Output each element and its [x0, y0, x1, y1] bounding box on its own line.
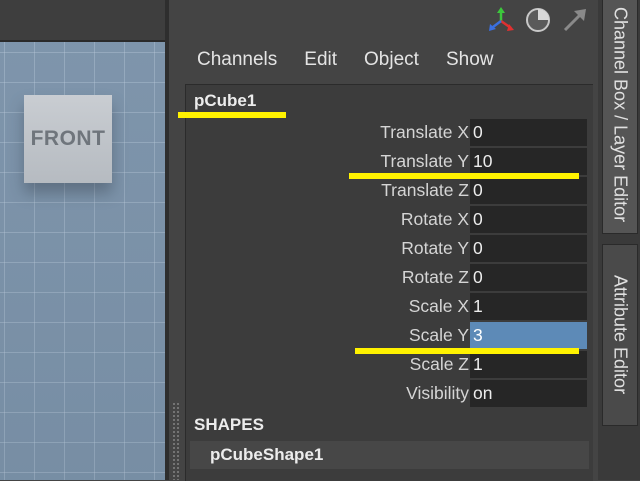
channel-value[interactable]: 0 [470, 206, 587, 233]
tab-attribute-editor[interactable]: Attribute Editor [602, 244, 638, 426]
channel-value[interactable]: 0 [470, 235, 587, 262]
tab-attribute-editor-label: Attribute Editor [610, 275, 631, 395]
channel-row-scale-x[interactable]: Scale X 1 [186, 292, 593, 321]
channel-row-translate-x[interactable]: Translate X 0 [186, 118, 593, 147]
pie-circle-icon[interactable] [524, 6, 552, 34]
node-name[interactable]: pCube1 [194, 91, 256, 111]
tab-channel-box[interactable]: Channel Box / Layer Editor [602, 0, 638, 234]
axis-gizmo-icon[interactable] [487, 6, 515, 34]
channel-label[interactable]: Rotate Z [402, 267, 469, 288]
channel-value[interactable]: on [470, 380, 587, 407]
menu-edit[interactable]: Edit [304, 49, 337, 71]
viewcube-label: FRONT [30, 127, 106, 150]
arrow-icon[interactable] [561, 6, 589, 34]
channel-row-rotate-z[interactable]: Rotate Z 0 [186, 263, 593, 292]
top-icon-bar [169, 0, 602, 40]
channel-row-rotate-x[interactable]: Rotate X 0 [186, 205, 593, 234]
channel-value[interactable]: 1 [470, 351, 587, 378]
channel-label[interactable]: Rotate Y [401, 238, 469, 259]
panel-divider[interactable] [165, 0, 169, 480]
channel-label[interactable]: Scale Y [409, 325, 469, 346]
highlight-underline [349, 173, 579, 179]
menu-show[interactable]: Show [446, 49, 494, 71]
viewport-panel[interactable]: FRONT [0, 0, 165, 480]
highlight-underline [178, 112, 286, 118]
channel-value[interactable]: 1 [470, 293, 587, 320]
channel-label[interactable]: Scale Z [410, 354, 469, 375]
shapes-heading: SHAPES [194, 415, 264, 434]
channel-label[interactable]: Rotate X [401, 209, 469, 230]
channel-row-translate-y[interactable]: Translate Y 10 [186, 147, 593, 176]
channel-box: pCube1 Translate X 0 Translate Y 10 Tran… [185, 84, 593, 481]
channel-value-selected[interactable]: 3 [470, 322, 587, 349]
menu-object[interactable]: Object [364, 49, 419, 71]
channel-value[interactable]: 0 [470, 177, 587, 204]
shape-name[interactable]: pCubeShape1 [210, 445, 323, 465]
channel-row-visibility[interactable]: Visibility on [186, 379, 593, 408]
channel-label[interactable]: Visibility [406, 383, 469, 404]
menu-channels[interactable]: Channels [197, 49, 277, 71]
channel-value[interactable]: 0 [470, 264, 587, 291]
channel-value[interactable]: 10 [470, 148, 587, 175]
channel-row-scale-y[interactable]: Scale Y 3 [186, 321, 593, 350]
resize-grip[interactable] [172, 402, 180, 480]
channel-row-scale-z[interactable]: Scale Z 1 [186, 350, 593, 379]
tab-channel-box-label: Channel Box / Layer Editor [610, 7, 631, 223]
channel-row-translate-z[interactable]: Translate Z 0 [186, 176, 593, 205]
channel-value[interactable]: 0 [470, 119, 587, 146]
viewcube[interactable]: FRONT [24, 95, 112, 183]
channel-label[interactable]: Scale X [409, 296, 469, 317]
highlight-underline [355, 348, 579, 354]
channel-row-rotate-y[interactable]: Rotate Y 0 [186, 234, 593, 263]
shape-row[interactable]: pCubeShape1 [190, 441, 589, 469]
channel-label[interactable]: Translate X [380, 122, 469, 143]
channel-box-menubar: Channels Edit Object Show [185, 44, 520, 76]
channel-label[interactable]: Translate Z [381, 180, 469, 201]
channel-label[interactable]: Translate Y [380, 151, 469, 172]
viewport-toolbar [0, 0, 165, 42]
